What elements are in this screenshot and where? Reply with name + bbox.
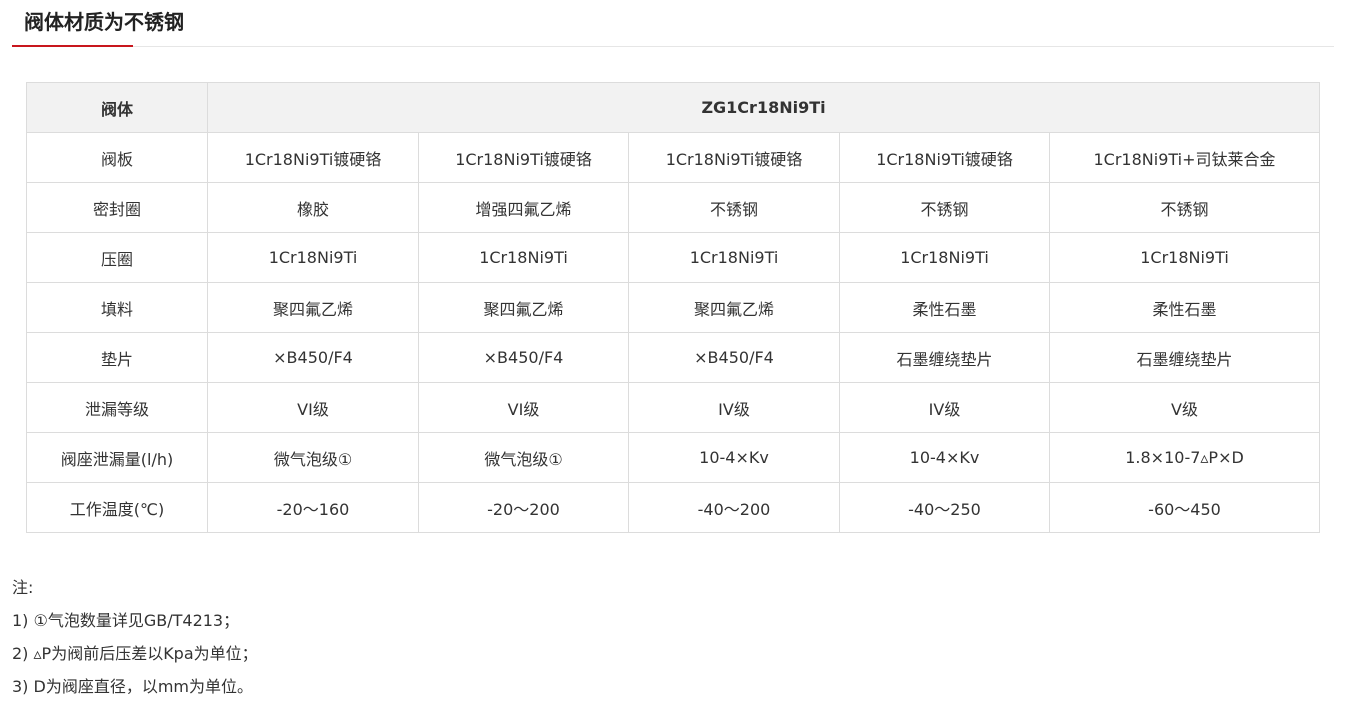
notes-heading: 注: [12,578,34,597]
table-cell: 1Cr18Ni9Ti [839,232,1050,283]
table-cell: VI级 [207,382,419,433]
table-cell: 1Cr18Ni9Ti [207,232,419,283]
table-cell: 1Cr18Ni9Ti+司钛莱合金 [1048,132,1321,183]
table-cell: 石墨缠绕垫片 [839,332,1050,383]
table-body: 阀体 ZG1Cr18Ni9Ti 阀板 1Cr18Ni9Ti镀硬铬 1Cr18Ni9T… [26,82,1321,533]
table-cell: 1.8×10-7▵P×D [1048,432,1321,483]
section-title: 阀体材质为不锈钢 [24,10,184,34]
table-cell: IV级 [628,382,840,433]
table-header-row: 阀体 ZG1Cr18Ni9Ti [26,82,1321,133]
table-cell: Ⅴ级 [1048,382,1321,433]
table-row: 工作温度(℃) -20～160 -20～200 -40～200 -40～250 -60～4… [26,482,1321,533]
table-cell: ×B450/F4 [628,332,840,383]
table-cell: 10-4×Kv [839,432,1050,483]
table-cell: -60～450 [1048,482,1321,533]
table-cell: 10-4×Kv [628,432,840,483]
title-accent-underline [12,45,133,47]
table-cell: 1Cr18Ni9Ti镀硬铬 [418,132,629,183]
table-cell: 不锈钢 [839,182,1050,233]
table-cell: 1Cr18Ni9Ti镀硬铬 [839,132,1050,183]
material-spec-table: 阀体 ZG1Cr18Ni9Ti 阀板 1Cr18Ni9Ti镀硬铬 1Cr18Ni9T… [26,82,1321,533]
row-label-cell: 阀板 [26,132,208,183]
table-cell: 1Cr18Ni9Ti [1048,232,1321,283]
section-header: 阀体材质为不锈钢 [12,0,1334,47]
table-row: 压圈 1Cr18Ni9Ti 1Cr18Ni9Ti 1Cr18Ni9Ti 1Cr18Ni9… [26,232,1321,283]
table-cell: VI级 [418,382,629,433]
table-cell: 增强四氟乙烯 [418,182,629,233]
table-cell: -40～200 [628,482,840,533]
table-cell: 柔性石墨 [1048,282,1321,333]
table-cell: 聚四氟乙烯 [207,282,419,333]
table-cell: ×B450/F4 [207,332,419,383]
table-row: 密封圈 橡胶 增强四氟乙烯 不锈钢 不锈钢 不锈钢 [26,182,1321,233]
table-row: 泄漏等级 VI级 VI级 IV级 IV级 Ⅴ级 [26,382,1321,433]
table-cell: 石墨缠绕垫片 [1048,332,1321,383]
table-cell: -40～250 [839,482,1050,533]
table-row: 阀座泄漏量(l/h) 微气泡级① 微气泡级① 10-4×Kv 10-4×Kv 1.8×10… [26,432,1321,483]
table-cell: 聚四氟乙烯 [628,282,840,333]
table-cell: 聚四氟乙烯 [418,282,629,333]
table-cell: 微气泡级① [418,432,629,483]
table-cell: -20～200 [418,482,629,533]
table-cell: 1Cr18Ni9Ti [628,232,840,283]
table-cell: 1Cr18Ni9Ti [418,232,629,283]
note-item: 2) ▵P为阀前后压差以Kpa为单位； [12,644,258,663]
table-cell: IV级 [839,382,1050,433]
table-cell: -20～160 [207,482,419,533]
table-cell: 不锈钢 [1048,182,1321,233]
table-cell: 微气泡级① [207,432,419,483]
notes-list: 1) ①气泡数量详见GB/T4213； 2) ▵P为阀前后压差以Kpa为单位； 3)… [12,607,258,706]
table-cell: 1Cr18Ni9Ti镀硬铬 [628,132,840,183]
table-row: 填料 聚四氟乙烯 聚四氟乙烯 聚四氟乙烯 柔性石墨 柔性石墨 [26,282,1321,333]
row-label-cell: 工作温度(℃) [26,482,208,533]
row-label-cell: 压圈 [26,232,208,283]
row-label-cell: 垫片 [26,332,208,383]
note-item: 3) D为阀座直径，以mm为单位。 [12,677,254,696]
row-label-cell: 泄漏等级 [26,382,208,433]
header-label-cell: 阀体 [26,82,208,133]
table-cell: 橡胶 [207,182,419,233]
notes-section: 注: 1) ①气泡数量详见GB/T4213； 2) ▵P为阀前后压差以Kpa为单位… [12,574,258,706]
row-label-cell: 填料 [26,282,208,333]
table-cell: 1Cr18Ni9Ti镀硬铬 [207,132,419,183]
table-cell: 不锈钢 [628,182,840,233]
header-value-cell: ZG1Cr18Ni9Ti [206,82,1321,133]
table-row: 垫片 ×B450/F4 ×B450/F4 ×B450/F4 石墨缠绕垫片 石墨缠绕垫片 [26,332,1321,383]
row-label-cell: 密封圈 [26,182,208,233]
table-cell: 柔性石墨 [839,282,1050,333]
row-label-cell: 阀座泄漏量(l/h) [26,432,208,483]
note-item: 1) ①气泡数量详见GB/T4213； [12,611,240,630]
table-row: 阀板 1Cr18Ni9Ti镀硬铬 1Cr18Ni9Ti镀硬铬 1Cr18Ni9Ti镀硬… [26,132,1321,183]
table-cell: ×B450/F4 [418,332,629,383]
